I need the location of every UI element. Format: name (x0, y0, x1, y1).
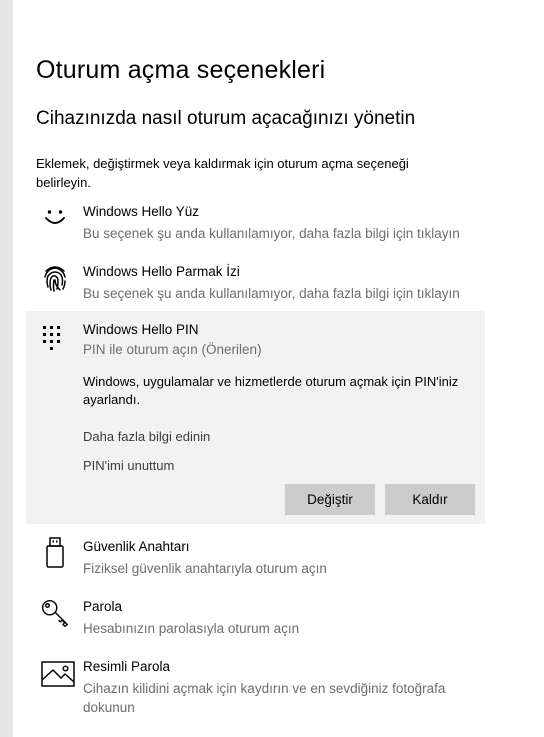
option-windows-hello-face[interactable]: Windows Hello Yüz Bu seçenek şu anda kul… (26, 204, 485, 248)
option-security-key[interactable]: Güvenlik Anahtarı Fiziksel güvenlik anah… (26, 537, 485, 583)
change-pin-button[interactable]: Değiştir (285, 484, 375, 515)
section-heading: Cihazınızda nasıl oturum açacağınızı yön… (36, 108, 416, 129)
fingerprint-icon (40, 263, 70, 293)
option-title: Güvenlik Anahtarı (83, 539, 190, 554)
option-title: Parola (83, 599, 123, 614)
pin-keypad-icon (40, 323, 70, 353)
remove-pin-button[interactable]: Kaldır (385, 484, 475, 515)
forgot-pin-link[interactable]: PIN'imi unuttum (83, 458, 174, 473)
option-subtitle: Cihazın kilidini açmak için kaydırın ve … (83, 681, 446, 715)
picture-icon (40, 659, 76, 689)
pin-status-text: Windows, uygulamalar ve hizmetlerde otur… (83, 374, 459, 407)
option-picture-password[interactable]: Resimli Parola Cihazın kilidini açmak iç… (26, 659, 485, 719)
option-windows-hello-pin-expanded[interactable]: Windows Hello PIN PIN ile oturum açın (Ö… (26, 311, 485, 524)
option-title: Windows Hello PIN (83, 322, 199, 337)
option-subtitle: Bu seçenek şu anda kullanılamıyor, daha … (83, 286, 460, 301)
option-title: Resimli Parola (83, 659, 171, 674)
option-subtitle: Bu seçenek şu anda kullanılamıyor, daha … (83, 226, 460, 241)
option-subtitle: Fiziksel güvenlik anahtarıyla oturum açı… (83, 561, 327, 576)
window-edge (0, 0, 13, 737)
option-title: Windows Hello Parmak İzi (83, 264, 240, 279)
option-windows-hello-fingerprint[interactable]: Windows Hello Parmak İzi Bu seçenek şu a… (26, 264, 485, 308)
key-icon (40, 598, 70, 628)
option-subtitle: Hesabınızın parolasıyla oturum açın (83, 621, 300, 636)
face-smile-icon (40, 202, 70, 232)
learn-more-link[interactable]: Daha fazla bilgi edinin (83, 429, 210, 444)
option-subtitle: PIN ile oturum açın (Önerilen) (83, 342, 262, 357)
option-title: Windows Hello Yüz (83, 204, 200, 219)
usb-key-icon (40, 537, 70, 568)
option-password[interactable]: Parola Hesabınızın parolasıyla oturum aç… (26, 599, 485, 643)
section-description: Eklemek, değiştirmek veya kaldırmak için… (36, 156, 409, 190)
page-title: Oturum açma seçenekleri (36, 56, 326, 84)
